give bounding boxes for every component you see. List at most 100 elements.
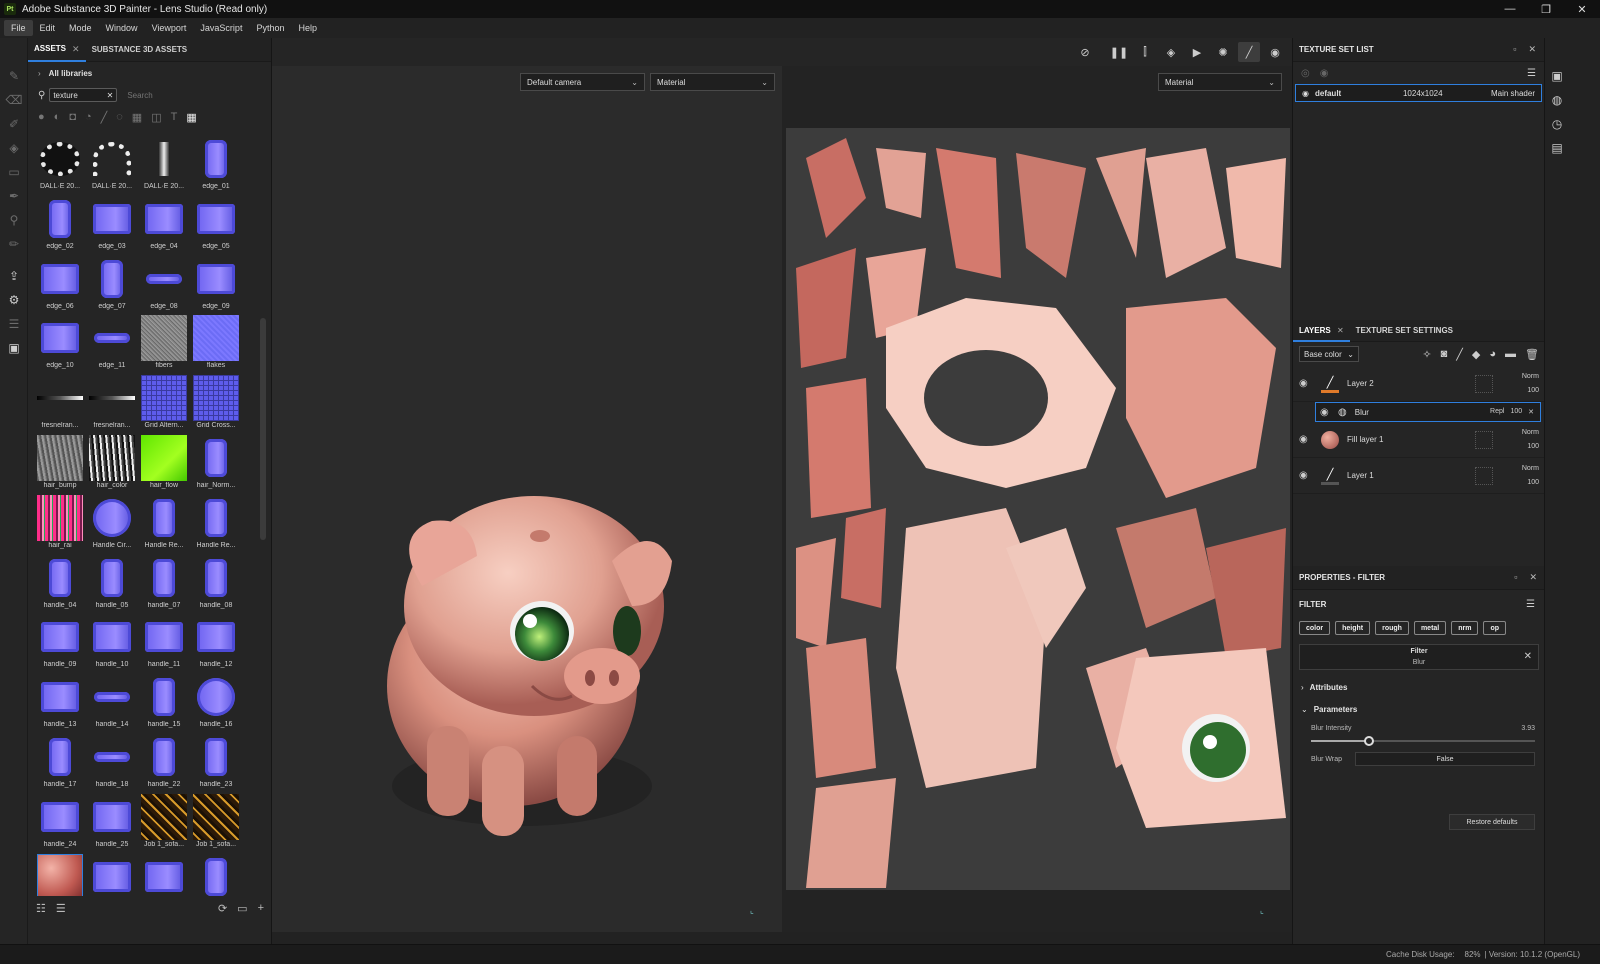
layer-blend-mode[interactable]: Repl — [1490, 408, 1504, 416]
menu-file[interactable]: File — [4, 20, 33, 36]
view-mode-icon[interactable]: ◈ — [1160, 42, 1182, 62]
asset-tile[interactable]: handle_09 — [34, 614, 86, 674]
paint-brush-tool-icon[interactable]: ✎ — [0, 64, 28, 88]
layer-blend[interactable]: Norm 100 — [1522, 426, 1539, 454]
camera-dropdown[interactable]: Default camera ⌄ — [520, 73, 645, 91]
menu-edit[interactable]: Edit — [33, 20, 63, 36]
viewport-2d[interactable]: ⌞ — [782, 66, 1292, 932]
shader-settings-icon[interactable]: ◍ — [1545, 88, 1569, 112]
add-mask-icon[interactable]: ◙ — [1441, 348, 1448, 360]
filter-resource-slot[interactable]: Filter Blur ✕ — [1299, 644, 1539, 670]
screenshot-icon[interactable]: ◉ — [1264, 42, 1286, 62]
asset-tile[interactable]: edge_02 — [34, 196, 86, 256]
asset-tile[interactable]: hair_rai — [34, 494, 86, 555]
attributes-section[interactable]: › Attributes — [1293, 676, 1545, 698]
asset-tile[interactable]: DALL·E 20... — [34, 136, 86, 196]
layer-blend[interactable]: Norm 100 — [1522, 370, 1539, 398]
asset-tile[interactable]: handle_24 — [34, 794, 86, 854]
filter-masks-icon[interactable]: ◘ — [69, 111, 76, 123]
add-effect-icon[interactable]: ✧ — [1422, 348, 1431, 361]
light-icon[interactable]: ✺ — [1212, 42, 1234, 62]
asset-tile[interactable]: handle_22 — [138, 734, 190, 794]
material-picker-tool-icon[interactable]: ✏ — [0, 232, 28, 256]
channel-color-toggle[interactable]: color — [1299, 621, 1331, 635]
asset-tile[interactable]: hair_Norm... — [190, 435, 242, 495]
asset-tile[interactable]: handle_05 — [86, 555, 138, 615]
layer-blend[interactable]: Norm 100 — [1522, 462, 1539, 490]
restore-defaults-button[interactable]: Restore defaults — [1449, 814, 1535, 830]
asset-tile[interactable]: Handle Re... — [138, 495, 190, 555]
undock-icon[interactable]: ▫ — [1513, 44, 1516, 55]
add-group-icon[interactable]: ◕ — [1489, 348, 1496, 360]
asset-tile[interactable]: edge_10 — [34, 315, 86, 375]
menu-window[interactable]: Window — [99, 20, 145, 36]
asset-tile[interactable]: Job 1_sofa... — [138, 793, 190, 854]
eye-icon[interactable]: ◉ — [1302, 89, 1309, 98]
folder-icon[interactable]: ▬ — [1505, 348, 1516, 360]
search-filter-chip[interactable]: texture ✕ — [49, 88, 118, 102]
tab-assets[interactable]: ASSETS ✕ — [28, 38, 86, 62]
asset-tile[interactable]: edge_06 — [34, 256, 86, 316]
menu-icon[interactable]: ☰ — [1526, 599, 1535, 610]
delete-icon[interactable]: 🗑 — [1525, 348, 1539, 361]
asset-tile[interactable]: flakes — [190, 315, 242, 375]
undock-icon[interactable]: ▫ — [1514, 572, 1517, 583]
eye-icon[interactable]: ◉ — [1299, 378, 1313, 389]
blur-intensity-value[interactable]: 3.93 — [1521, 725, 1535, 732]
asset-tile[interactable]: fibers — [138, 315, 190, 375]
layer-row[interactable]: ◉ ╱ Layer 2 Norm 100 — [1293, 366, 1545, 402]
history-icon[interactable]: ◷ — [1545, 112, 1569, 136]
channel-nrm-toggle[interactable]: nrm — [1451, 621, 1479, 635]
parameters-section[interactable]: ⌄ Parameters — [1293, 698, 1545, 720]
bake-icon[interactable]: ⚙ — [0, 288, 28, 312]
pause-icon[interactable]: ❚❚ — [1108, 42, 1130, 62]
blur-wrap-dropdown[interactable]: False — [1355, 752, 1535, 766]
menu-python[interactable]: Python — [249, 20, 291, 36]
asset-tile[interactable]: Niche Rect... — [86, 854, 138, 896]
tab-texture-set-settings[interactable]: TEXTURE SET SETTINGS — [1350, 320, 1459, 342]
asset-tile[interactable]: handle_17 — [34, 734, 86, 794]
symmetry-icon[interactable]: ⫿ — [1134, 42, 1156, 62]
asset-tile[interactable]: edge_08 — [138, 256, 190, 316]
import-icon[interactable]: ☰ — [56, 902, 66, 915]
filter-fonts-icon[interactable]: T — [171, 111, 178, 123]
asset-tile[interactable]: DALL·E 20... — [138, 136, 190, 196]
clone-tool-icon[interactable]: ✒ — [0, 184, 28, 208]
close-icon[interactable]: ✕ — [1528, 408, 1534, 416]
close-window-button[interactable]: ✕ — [1564, 0, 1600, 18]
asset-tile[interactable]: Handle Cir... — [86, 495, 138, 555]
filter-environments-icon[interactable]: ◫ — [151, 111, 161, 124]
asset-tile[interactable]: DALL·E 20... — [86, 136, 138, 196]
asset-tile[interactable]: Niche Rect... — [138, 854, 190, 896]
render-mode-2d-dropdown[interactable]: Material ⌄ — [1158, 73, 1282, 91]
remove-filter-icon[interactable]: ✕ — [1524, 651, 1532, 662]
asset-tile[interactable]: hair_color — [86, 434, 138, 495]
asset-tile[interactable]: handle_16 — [190, 674, 242, 734]
add-fill-layer-icon[interactable]: ◆ — [1472, 348, 1480, 361]
asset-tile[interactable]: handle_18 — [86, 734, 138, 794]
eraser-tool-icon[interactable]: ⌫ — [0, 88, 28, 112]
asset-tile[interactable]: fresnelran... — [86, 375, 138, 435]
asset-tile[interactable]: Little Pig_1... — [34, 853, 86, 896]
hide-icon[interactable]: ⊘ — [1074, 42, 1096, 62]
asset-tile[interactable]: handle_11 — [138, 614, 190, 674]
menu-javascript[interactable]: JavaScript — [193, 20, 249, 36]
new-folder-icon[interactable]: ▭ — [237, 902, 247, 915]
assets-scrollbar[interactable] — [260, 318, 266, 540]
close-icon[interactable]: ✕ — [1529, 572, 1537, 583]
projection-tool-icon[interactable]: ✐ — [0, 112, 28, 136]
layer-row[interactable]: ◉ ╱ Layer 1 Norm 100 — [1293, 458, 1545, 494]
asset-tile[interactable]: Job 1_sofa... — [190, 793, 242, 854]
asset-tile[interactable]: hair_bump — [34, 434, 86, 495]
minimize-button[interactable]: — — [1492, 0, 1528, 18]
channel-metal-toggle[interactable]: metal — [1413, 621, 1447, 635]
menu-icon[interactable]: ☰ — [1527, 68, 1536, 79]
filter-brushes-icon[interactable]: ╱ — [101, 111, 108, 124]
add-icon[interactable]: + — [258, 902, 264, 914]
asset-tile[interactable]: handle_14 — [86, 674, 138, 734]
all-libraries-row[interactable]: › All libraries — [28, 62, 271, 84]
render-mode-3d-dropdown[interactable]: Material ⌄ — [650, 73, 775, 91]
filter-materials-icon[interactable]: ● — [38, 111, 45, 123]
asset-tile[interactable]: handle_25 — [86, 794, 138, 854]
filter-particles-icon[interactable]: ◌ — [116, 111, 123, 123]
